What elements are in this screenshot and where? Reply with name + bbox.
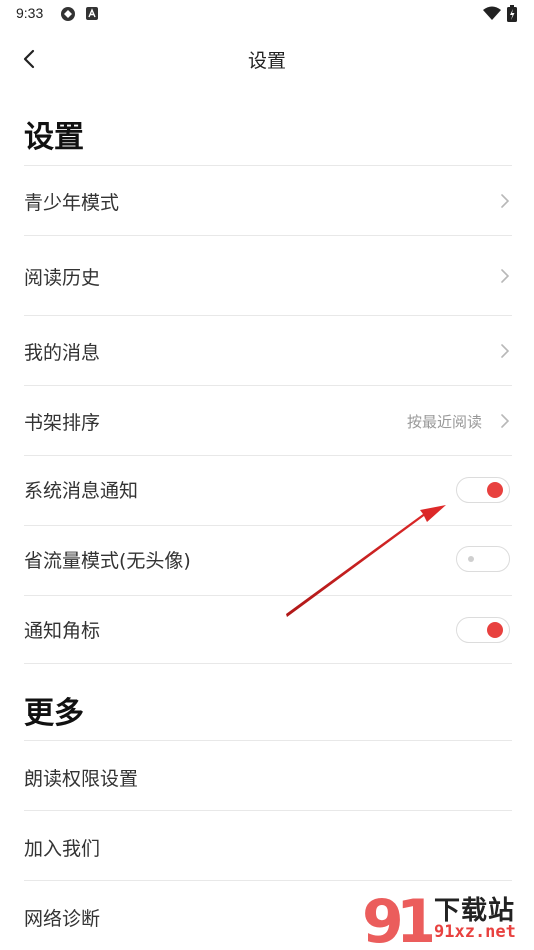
- wifi-icon: [483, 6, 501, 20]
- watermark-bottom-text: 91xz.net: [434, 922, 516, 942]
- chevron-right-icon: [501, 344, 510, 358]
- row-notification-badge: 通知角标: [24, 595, 512, 663]
- data-saver-toggle[interactable]: [456, 546, 510, 572]
- toggle-knob: [487, 482, 503, 498]
- chevron-right-icon: [501, 194, 510, 208]
- notification-badge-toggle[interactable]: [456, 617, 510, 643]
- chevron-right-icon: [501, 269, 510, 283]
- divider: [24, 663, 512, 664]
- page-title: 设置: [247, 50, 286, 72]
- title-bar: 设置: [0, 36, 534, 80]
- row-label: 加入我们: [24, 838, 101, 860]
- row-label: 省流量模式(无头像): [24, 550, 191, 572]
- watermark: 9 1 下载站 91xz.net: [360, 888, 532, 948]
- svg-text:1: 1: [396, 888, 432, 948]
- row-join-us[interactable]: 加入我们: [24, 810, 512, 880]
- row-label: 朗读权限设置: [24, 768, 139, 790]
- row-label: 通知角标: [24, 620, 101, 642]
- row-label: 系统消息通知: [24, 480, 139, 502]
- toggle-knob: [487, 622, 503, 638]
- row-system-notification: 系统消息通知: [24, 455, 512, 525]
- battery-icon: [507, 5, 517, 22]
- sync-icon: [61, 7, 75, 21]
- a-badge-icon: [86, 7, 98, 20]
- row-label: 网络诊断: [24, 908, 101, 930]
- system-notification-toggle[interactable]: [456, 477, 510, 503]
- chevron-right-icon: [501, 414, 510, 428]
- site-logo-icon: 9 1: [362, 888, 432, 948]
- toggle-knob: [468, 556, 474, 562]
- row-label: 阅读历史: [24, 267, 101, 289]
- section-title-settings: 设置: [24, 120, 84, 155]
- row-youth-mode[interactable]: 青少年模式: [24, 165, 512, 235]
- status-bar: 9:33: [0, 0, 534, 28]
- section-title-more: 更多: [24, 696, 84, 731]
- row-value: 按最近阅读: [406, 413, 482, 431]
- row-reading-history[interactable]: 阅读历史: [24, 235, 512, 315]
- row-label: 青少年模式: [24, 192, 120, 214]
- row-data-saver: 省流量模式(无头像): [24, 525, 512, 595]
- row-label: 书架排序: [24, 412, 101, 434]
- status-time: 9:33: [16, 5, 44, 21]
- row-label: 我的消息: [24, 342, 101, 364]
- row-shelf-sort[interactable]: 书架排序 按最近阅读: [24, 385, 512, 455]
- row-read-aloud-permission[interactable]: 朗读权限设置: [24, 740, 512, 810]
- row-my-messages[interactable]: 我的消息: [24, 315, 512, 385]
